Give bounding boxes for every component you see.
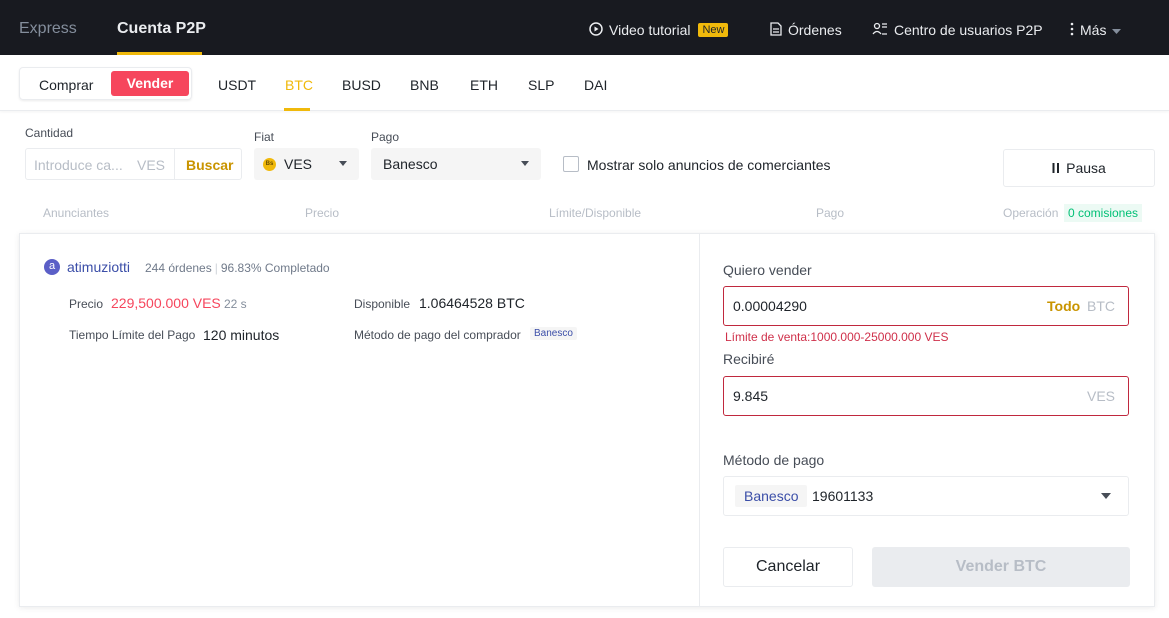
available-value: 1.06464528 BTC (419, 295, 525, 311)
amount-input[interactable]: Introduce ca... (34, 157, 123, 173)
users-icon (872, 22, 888, 38)
cancel-button[interactable]: Cancelar (723, 547, 853, 587)
available-label: Disponible (354, 297, 411, 311)
crypto-selector-bar: Comprar Vender USDT BTC BUSD BNB ETH SLP… (0, 55, 1169, 111)
receive-unit: VES (1086, 388, 1115, 404)
sell-all-button[interactable]: Todo (1047, 298, 1080, 314)
pause-icon (1052, 162, 1060, 175)
payment-label: Pago (371, 130, 400, 144)
orders-label: Órdenes (788, 22, 842, 38)
zero-fee-badge: 0 comisiones (1064, 204, 1143, 222)
orders-link[interactable]: Órdenes (770, 22, 842, 38)
video-tutorial-label: Video tutorial (609, 22, 691, 38)
coin-tab-usdt[interactable]: USDT (218, 77, 256, 93)
caret-down-icon (1101, 493, 1111, 499)
sell-amount-field[interactable]: 0.00004290 Todo BTC (723, 286, 1129, 326)
amount-unit: VES (137, 157, 166, 173)
header-advertisers: Anunciantes (43, 206, 110, 220)
receive-field[interactable]: 9.845 VES (723, 376, 1129, 416)
time-limit-value: 120 minutos (203, 327, 280, 343)
user-center-link[interactable]: Centro de usuarios P2P (872, 22, 1043, 38)
payment-method-label: Método de pago (723, 452, 825, 468)
receive-label: Recibiré (723, 351, 775, 367)
payment-account-number: 19601133 (812, 488, 874, 504)
buyer-payment-tag: Banesco (530, 327, 577, 340)
sell-toggle[interactable]: Vender (111, 71, 189, 96)
buyer-payment-label: Método de pago del comprador (354, 328, 521, 342)
time-limit-label: Tiempo Límite del Pago (69, 328, 196, 342)
header-operation: Operación (1003, 206, 1059, 220)
user-center-label: Centro de usuarios P2P (894, 22, 1043, 38)
new-badge: New (698, 23, 729, 37)
top-navigation-bar: Express Cuenta P2P Video tutorial New Ór… (0, 0, 1169, 55)
card-divider (699, 234, 700, 606)
pause-button[interactable]: Pausa (1003, 149, 1155, 187)
order-count: 244 órdenes (145, 261, 212, 275)
coin-tab-dai[interactable]: DAI (584, 77, 607, 93)
sell-amount-label: Quiero vender (723, 262, 812, 278)
amount-divider (174, 149, 175, 179)
coin-tab-slp[interactable]: SLP (528, 77, 554, 93)
ad-card: a atimuziotti 244 órdenes | 96.83% Complet… (19, 233, 1155, 607)
coin-tab-btc[interactable]: BTC (285, 77, 313, 93)
price-age: 22 s (224, 297, 247, 311)
coin-tab-eth[interactable]: ETH (470, 77, 498, 93)
fiat-select[interactable]: Bs VES (254, 148, 359, 180)
payment-value: Banesco (383, 156, 438, 172)
payment-method-select[interactable]: Banesco 19601133 (723, 476, 1129, 516)
coin-tab-busd[interactable]: BUSD (342, 77, 381, 93)
play-circle-icon (589, 22, 603, 38)
payment-select[interactable]: Banesco (371, 148, 541, 180)
tab-p2p-account[interactable]: Cuenta P2P (117, 20, 206, 38)
price-label: Precio (69, 297, 104, 311)
stat-divider: | (214, 261, 218, 275)
header-price: Precio (305, 206, 340, 220)
fiat-value: VES (284, 156, 313, 172)
filters-bar: Cantidad Introduce ca... VES Buscar Fiat… (0, 111, 1169, 201)
sell-amount-value[interactable]: 0.00004290 (733, 298, 807, 314)
price-value: 229,500.000 VES (111, 295, 221, 311)
header-payment: Pago (816, 206, 845, 220)
chevron-down-icon (1112, 24, 1122, 37)
ves-currency-icon: Bs (263, 158, 276, 171)
amount-label: Cantidad (25, 126, 74, 140)
buy-sell-toggle: Comprar Vender (19, 67, 192, 100)
sell-btc-button[interactable]: Vender BTC (872, 547, 1130, 587)
payment-method-tag: Banesco (735, 485, 808, 507)
amount-filter: Introduce ca... VES Buscar (25, 148, 242, 180)
video-tutorial-link[interactable]: Video tutorial New (589, 22, 729, 38)
advertiser-stats: 244 órdenes | 96.83% Completado (145, 261, 330, 275)
completion-rate: 96.83% Completado (220, 261, 330, 275)
buy-toggle[interactable]: Comprar (39, 77, 93, 93)
vertical-dots-icon (1070, 22, 1074, 38)
caret-down-icon (339, 161, 347, 166)
header-limit: Límite/Disponible (549, 206, 642, 220)
tab-express[interactable]: Express (19, 20, 77, 38)
advertiser-name[interactable]: atimuziotti (67, 259, 130, 275)
avatar: a (44, 259, 60, 275)
fiat-label: Fiat (254, 130, 275, 144)
merchant-only-checkbox[interactable] (563, 156, 579, 172)
receive-value[interactable]: 9.845 (733, 388, 768, 404)
pause-label: Pausa (1066, 160, 1106, 176)
sell-amount-unit: BTC (1087, 298, 1115, 314)
more-label: Más (1080, 22, 1107, 38)
more-menu[interactable]: Más (1070, 22, 1122, 38)
document-icon (770, 22, 782, 38)
merchant-only-label: Mostrar solo anuncios de comerciantes (587, 157, 831, 173)
coin-tab-bnb[interactable]: BNB (410, 77, 439, 93)
search-button[interactable]: Buscar (186, 157, 233, 173)
sell-limit-error: Límite de venta:1000.000-25000.000 VES (725, 330, 949, 344)
caret-down-icon (521, 161, 529, 166)
